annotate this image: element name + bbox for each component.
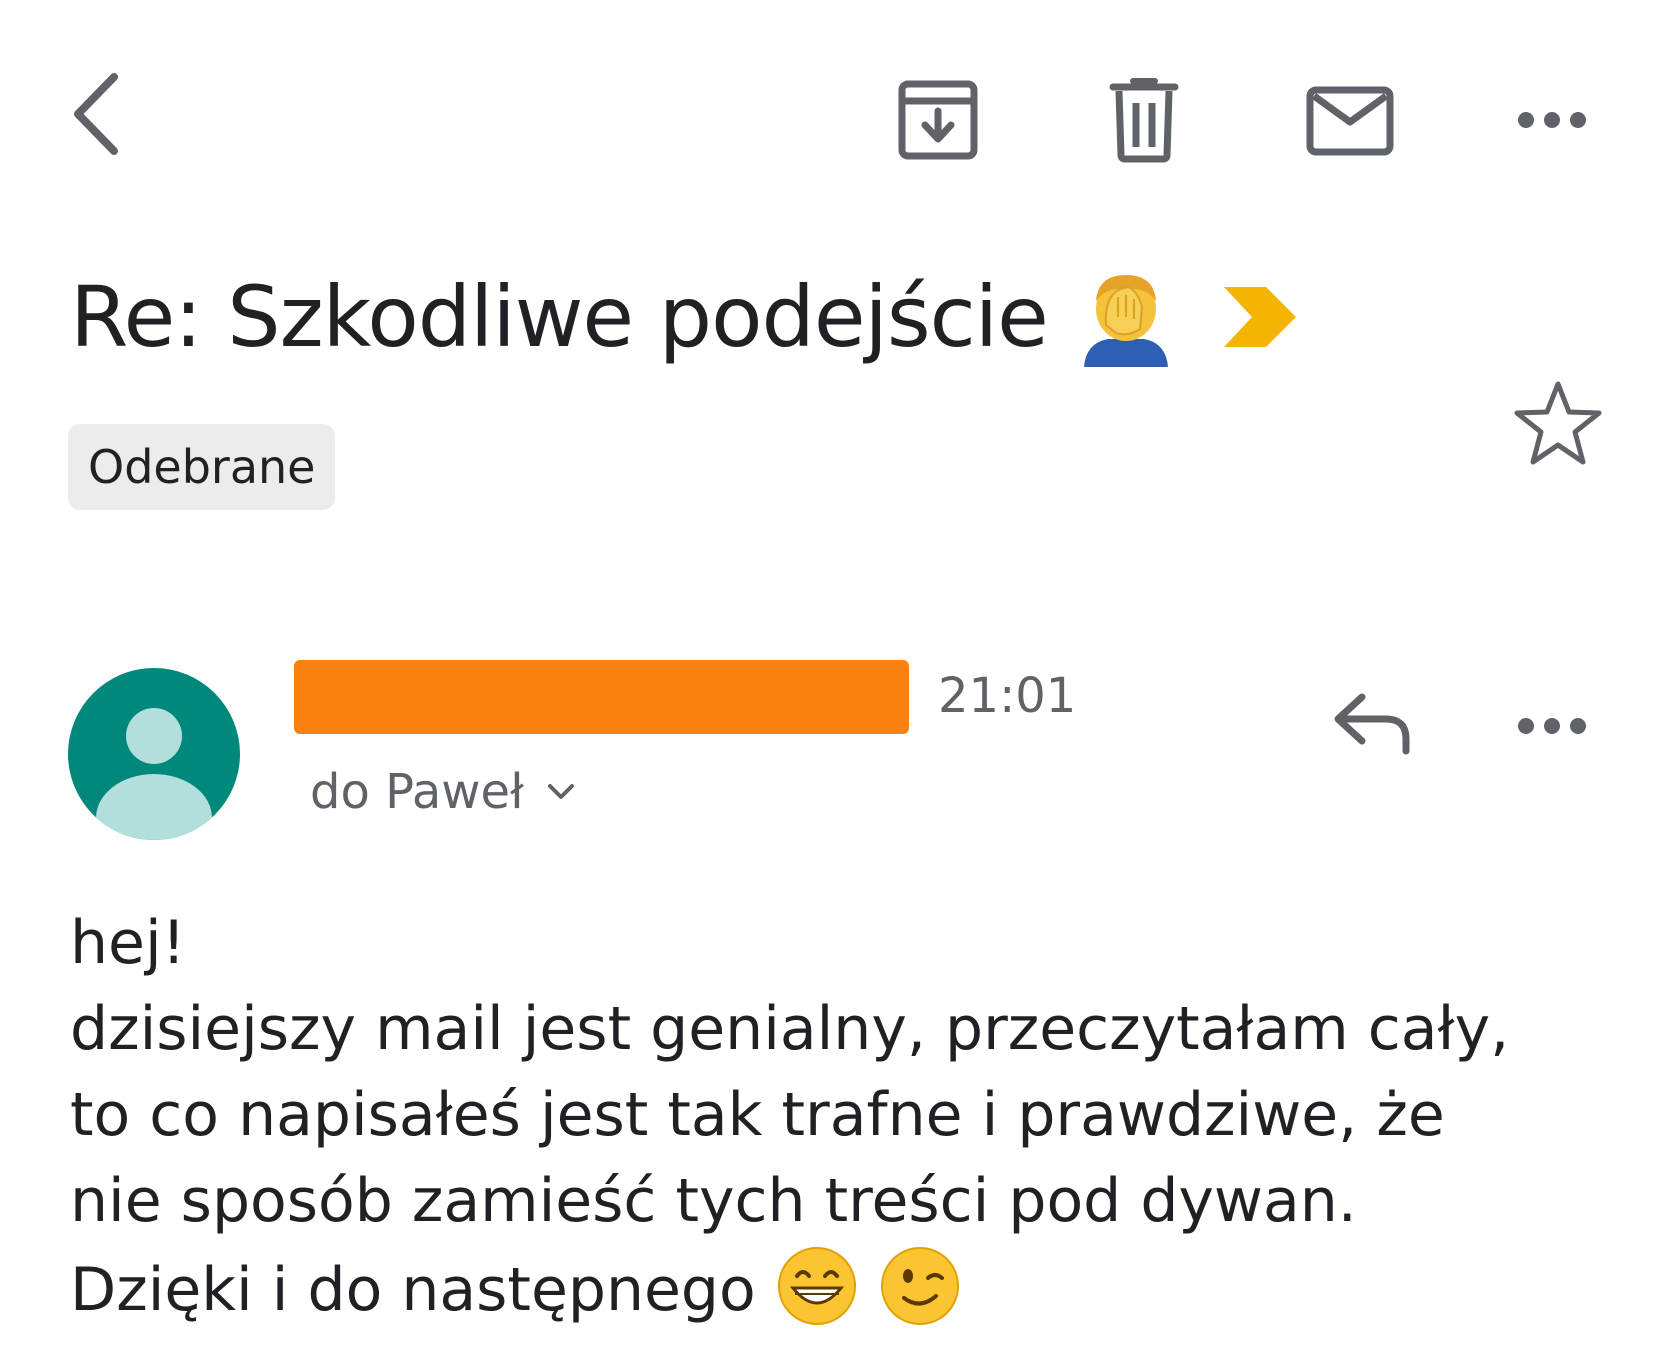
email-time: 21:01 xyxy=(938,668,1077,724)
reply-icon xyxy=(1334,693,1410,755)
person-facepalming-emoji xyxy=(1083,275,1168,367)
label-chip-inbox[interactable]: Odebrane xyxy=(68,424,336,510)
recipient-details-toggle[interactable]: do Paweł xyxy=(310,764,576,820)
body-line: to co napisałeś jest tak trafne i prawdz… xyxy=(70,1080,1445,1150)
chevron-left-icon xyxy=(74,73,118,155)
delete-button[interactable] xyxy=(1106,76,1182,164)
label-chip-text: Odebrane xyxy=(88,440,316,494)
body-line: hej! xyxy=(70,908,186,978)
trash-icon xyxy=(1109,78,1179,163)
body-line: dzisiejszy mail jest genialny, przeczyta… xyxy=(70,994,1510,1064)
mail-icon xyxy=(1306,86,1394,156)
reply-button[interactable] xyxy=(1330,688,1414,758)
more-horizontal-icon xyxy=(1518,112,1586,128)
message-more-button[interactable] xyxy=(1512,706,1592,746)
chevron-down-icon xyxy=(547,784,574,799)
importance-marker-icon[interactable] xyxy=(1222,285,1298,349)
closing-text: Dzięki i do następnego xyxy=(70,1255,756,1325)
grinning-face-emoji xyxy=(777,1247,856,1325)
recipient-text: do Paweł xyxy=(310,764,524,820)
winking-face-emoji xyxy=(880,1247,959,1325)
avatar[interactable] xyxy=(68,668,240,840)
mark-unread-button[interactable] xyxy=(1304,84,1396,158)
more-horizontal-icon xyxy=(1518,718,1586,734)
star-icon[interactable] xyxy=(1512,378,1604,470)
email-body: hej! dzisiejszy mail jest genialny, prze… xyxy=(70,900,1630,1333)
default-avatar-icon xyxy=(96,708,212,840)
sender-name-redacted xyxy=(294,660,909,734)
archive-icon xyxy=(898,80,978,160)
archive-button[interactable] xyxy=(896,78,980,162)
more-options-button[interactable] xyxy=(1512,100,1592,140)
body-line: nie sposób zamieść tych treści pod dywan… xyxy=(70,1166,1357,1236)
back-button[interactable] xyxy=(56,64,136,164)
email-subject: Re: Szkodliwe podejście xyxy=(70,268,1049,366)
body-line-closing: Dzięki i do następnego xyxy=(70,1244,1630,1333)
subject-row: Re: Szkodliwe podejście xyxy=(70,262,1298,372)
